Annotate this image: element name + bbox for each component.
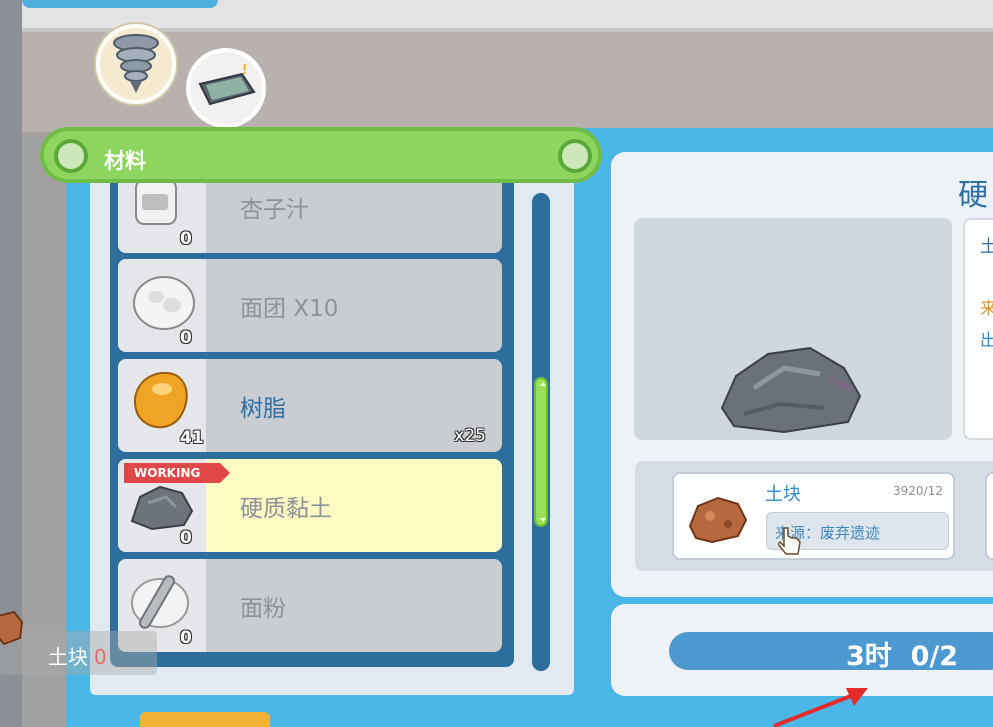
item-preview <box>634 218 952 440</box>
drill-category-icon[interactable] <box>96 24 176 104</box>
craft-duration: 3时 <box>846 641 892 672</box>
tooltip-item-count: 0 <box>94 645 107 669</box>
info-source-fragment: 来 <box>980 299 993 319</box>
red-arrow-annotation <box>773 688 868 727</box>
production-time: 3时 0/2 <box>846 634 958 673</box>
material-name: 树脂 <box>240 396 286 422</box>
info-output-fragment: 出 <box>980 331 993 351</box>
working-badge: WORKING <box>124 463 230 483</box>
bottom-action-button[interactable] <box>140 712 270 727</box>
material-name: 杏子汁 <box>240 197 309 223</box>
material-name: 面团 X10 <box>240 296 339 322</box>
material-header-bar: 材料 <box>40 127 602 183</box>
dirt-clump-icon <box>688 496 748 544</box>
svg-text:!: ! <box>242 64 247 78</box>
material-item-hard-clay[interactable]: WORKING 0 硬质黏土 <box>118 459 502 552</box>
owned-count: 0 <box>180 628 192 648</box>
top-tab[interactable] <box>22 0 218 8</box>
dirt-clump-icon <box>0 610 24 646</box>
material-thumb <box>118 259 206 352</box>
scroll-up-arrow-icon <box>540 382 546 386</box>
header-title: 材料 <box>104 149 146 173</box>
material-name: 硬质黏土 <box>240 496 332 522</box>
material-item-dough[interactable]: 0 面团 X10 <box>118 259 502 352</box>
info-name-fragment: 土 <box>980 237 993 257</box>
requirement-name: 土块 <box>765 484 801 505</box>
dough-icon <box>133 276 195 330</box>
material-name: 面粉 <box>240 596 286 622</box>
tooltip-text: 土块 0 <box>48 641 107 670</box>
owned-count: 41 <box>180 428 204 448</box>
detail-title: 硬 <box>958 178 988 213</box>
material-item-resin[interactable]: 41 树脂 x25 <box>118 359 502 452</box>
hard-clay-preview-icon <box>720 346 862 434</box>
required-amount: x25 <box>454 426 486 446</box>
requirement-card-next[interactable] <box>985 472 993 560</box>
hand-cursor-icon <box>778 527 801 555</box>
item-info-card: 土 来 出 <box>963 218 993 440</box>
owned-count: 0 <box>180 229 192 249</box>
header-knob-right <box>558 139 592 173</box>
material-item-flour[interactable]: 0 面粉 <box>118 559 502 652</box>
owned-count: 0 <box>180 328 192 348</box>
requirement-count: 3920/12 <box>893 484 943 498</box>
scroll-down-arrow-icon <box>540 518 546 522</box>
owned-count: 0 <box>180 528 192 548</box>
machine-category-icon[interactable]: ! <box>186 48 266 128</box>
craft-progress: 0/2 <box>910 641 959 672</box>
header-knob-left <box>54 139 88 173</box>
list-scrollbar-thumb[interactable] <box>534 377 548 527</box>
tooltip-item-name: 土块 <box>48 645 88 669</box>
